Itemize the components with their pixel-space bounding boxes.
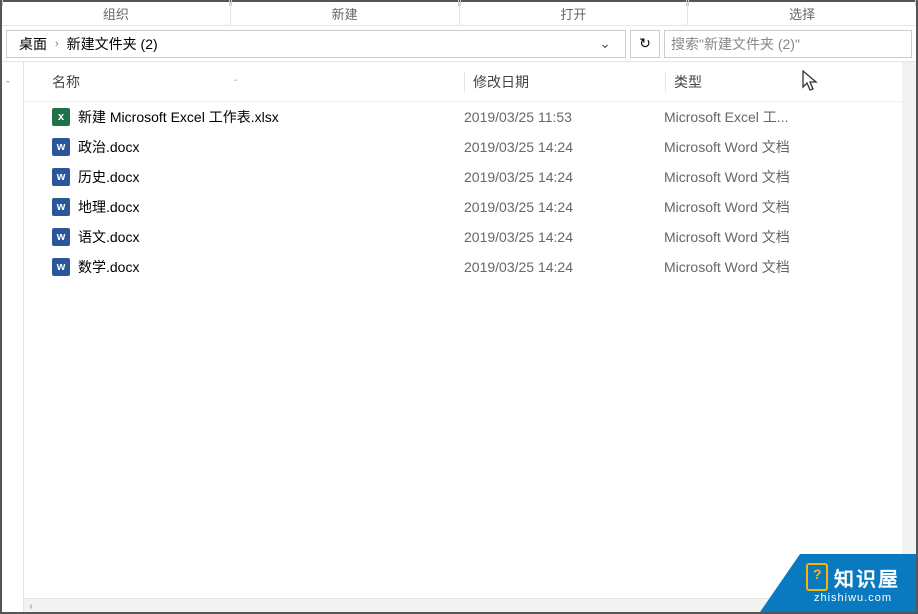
refresh-icon: ↻: [639, 35, 651, 52]
breadcrumb-separator-icon[interactable]: ›: [51, 38, 63, 50]
file-type-cell: Microsoft Word 文档: [664, 257, 884, 277]
file-row[interactable]: 政治.docx 2019/03/25 14:24Microsoft Word 文档: [24, 132, 902, 162]
ribbon-group-organize: 组织: [2, 2, 231, 25]
file-name-cell: 新建 Microsoft Excel 工作表.xlsx: [24, 107, 464, 127]
breadcrumb-segment-desktop[interactable]: 桌面: [15, 34, 51, 54]
file-type-cell: Microsoft Excel 工...: [664, 107, 884, 127]
file-name-cell: 语文.docx: [24, 227, 464, 247]
file-type-cell: Microsoft Word 文档: [664, 167, 884, 187]
chevron-up-icon: ˆ: [6, 80, 10, 92]
file-date-cell: 2019/03/25 14:24: [464, 229, 664, 245]
column-header-name[interactable]: 名称 ˆ: [24, 72, 464, 92]
watermark-title: 知识屋: [834, 563, 900, 592]
file-row[interactable]: 语文.docx 2019/03/25 14:24Microsoft Word 文档: [24, 222, 902, 252]
breadcrumb-dropdown-icon[interactable]: ⌄: [593, 35, 617, 52]
column-header-date[interactable]: 修改日期: [465, 72, 665, 92]
column-headers: 名称 ˆ 修改日期 类型: [24, 62, 902, 102]
word-file-icon: [52, 198, 70, 216]
file-date-cell: 2019/03/25 11:53: [464, 109, 664, 125]
watermark-logo-icon: [806, 563, 828, 591]
file-type-cell: Microsoft Word 文档: [664, 197, 884, 217]
column-header-name-label: 名称: [52, 74, 80, 90]
ribbon-group-labels: 组织 新建 打开 选择: [2, 2, 916, 26]
watermark: 知识屋 zhishiwu.com: [760, 554, 916, 612]
column-header-type[interactable]: 类型: [666, 72, 866, 92]
nav-pane-collapsed[interactable]: ˆ: [2, 62, 24, 612]
watermark-url: zhishiwu.com: [814, 592, 892, 604]
ribbon-group-new: 新建: [231, 2, 460, 25]
word-file-icon: [52, 168, 70, 186]
body: ˆ 名称 ˆ 修改日期 类型 新建 Microsoft Excel 工作表.xl…: [2, 62, 916, 612]
ribbon-group-select: 选择: [688, 2, 916, 25]
word-file-icon: [52, 258, 70, 276]
search-box[interactable]: [664, 30, 912, 58]
search-input[interactable]: [671, 36, 905, 52]
file-row[interactable]: 历史.docx 2019/03/25 14:24Microsoft Word 文档: [24, 162, 902, 192]
file-list-pane: 名称 ˆ 修改日期 类型 新建 Microsoft Excel 工作表.xlsx…: [24, 62, 902, 612]
explorer-window: 组织 新建 打开 选择 桌面 › 新建文件夹 (2) ⌄ ↻ ˆ 名称 ˆ: [0, 0, 918, 614]
refresh-button[interactable]: ↻: [630, 30, 660, 58]
file-date-cell: 2019/03/25 14:24: [464, 259, 664, 275]
file-name-label: 政治.docx: [78, 137, 139, 157]
file-name-label: 数学.docx: [78, 257, 139, 277]
address-bar-row: 桌面 › 新建文件夹 (2) ⌄ ↻: [2, 26, 916, 62]
file-name-label: 地理.docx: [78, 197, 139, 217]
breadcrumb-segment-folder[interactable]: 新建文件夹 (2): [63, 34, 162, 54]
excel-file-icon: [52, 108, 70, 126]
file-row[interactable]: 新建 Microsoft Excel 工作表.xlsx 2019/03/25 11…: [24, 102, 902, 132]
file-type-cell: Microsoft Word 文档: [664, 227, 884, 247]
file-type-cell: Microsoft Word 文档: [664, 137, 884, 157]
file-name-cell: 地理.docx: [24, 197, 464, 217]
file-row[interactable]: 数学.docx 2019/03/25 14:24Microsoft Word 文档: [24, 252, 902, 282]
file-name-cell: 数学.docx: [24, 257, 464, 277]
file-date-cell: 2019/03/25 14:24: [464, 199, 664, 215]
file-row[interactable]: 地理.docx 2019/03/25 14:24Microsoft Word 文档: [24, 192, 902, 222]
word-file-icon: [52, 228, 70, 246]
vertical-scrollbar[interactable]: [902, 62, 916, 612]
ribbon-group-open: 打开: [460, 2, 689, 25]
file-date-cell: 2019/03/25 14:24: [464, 169, 664, 185]
file-name-label: 新建 Microsoft Excel 工作表.xlsx: [78, 107, 279, 127]
file-rows: 新建 Microsoft Excel 工作表.xlsx 2019/03/25 11…: [24, 102, 902, 598]
file-name-cell: 历史.docx: [24, 167, 464, 187]
word-file-icon: [52, 138, 70, 156]
file-date-cell: 2019/03/25 14:24: [464, 139, 664, 155]
file-name-label: 语文.docx: [78, 227, 139, 247]
breadcrumb[interactable]: 桌面 › 新建文件夹 (2) ⌄: [6, 30, 626, 58]
scroll-left-icon[interactable]: ‹: [24, 599, 38, 612]
file-name-cell: 政治.docx: [24, 137, 464, 157]
file-name-label: 历史.docx: [78, 167, 139, 187]
sort-indicator-icon: ˆ: [234, 79, 237, 90]
